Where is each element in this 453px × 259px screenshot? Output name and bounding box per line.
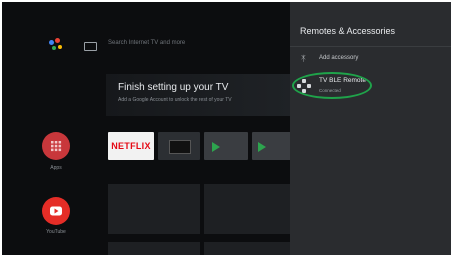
apps-grid-icon: [51, 141, 62, 152]
content-tile[interactable]: [204, 242, 292, 255]
google-play-icon: [212, 142, 220, 152]
youtube-play-icon: [50, 206, 62, 216]
panel-divider: [290, 46, 451, 47]
add-accessory-label: Add accessory: [319, 55, 359, 61]
tv-icon: [169, 140, 191, 154]
setup-card-subtitle: Add a Google Account to unlock the rest …: [118, 97, 232, 103]
keyboard-icon[interactable]: [84, 42, 97, 51]
play-store-tile[interactable]: [204, 132, 248, 160]
bluetooth-icon: ᛡ: [301, 54, 306, 63]
netflix-tile[interactable]: NETFLIX: [108, 132, 154, 160]
search-input[interactable]: Search Internet TV and more: [108, 40, 185, 46]
apps-label: Apps: [50, 165, 62, 171]
apps-button[interactable]: [42, 132, 70, 160]
finish-setup-card[interactable]: Finish setting up your TV Add a Google A…: [106, 74, 292, 116]
setup-card-title: Finish setting up your TV: [118, 82, 229, 93]
remotes-accessories-panel: Remotes & Accessories ᛡ Add accessory TV…: [290, 2, 451, 255]
tv-home-screen: Search Internet TV and more Finish setti…: [2, 2, 451, 255]
content-tile[interactable]: [108, 184, 200, 234]
live-tv-tile[interactable]: [158, 132, 200, 160]
panel-title: Remotes & Accessories: [300, 26, 396, 36]
add-accessory-item[interactable]: [290, 48, 451, 70]
google-assistant-icon[interactable]: [49, 38, 63, 52]
highlight-ellipse: [292, 72, 372, 99]
play-movies-tile[interactable]: [252, 132, 292, 160]
content-tile[interactable]: [204, 184, 292, 234]
youtube-button[interactable]: [42, 197, 70, 225]
content-tile[interactable]: [108, 242, 200, 255]
youtube-label: YouTube: [46, 229, 66, 235]
google-play-icon: [258, 142, 266, 152]
